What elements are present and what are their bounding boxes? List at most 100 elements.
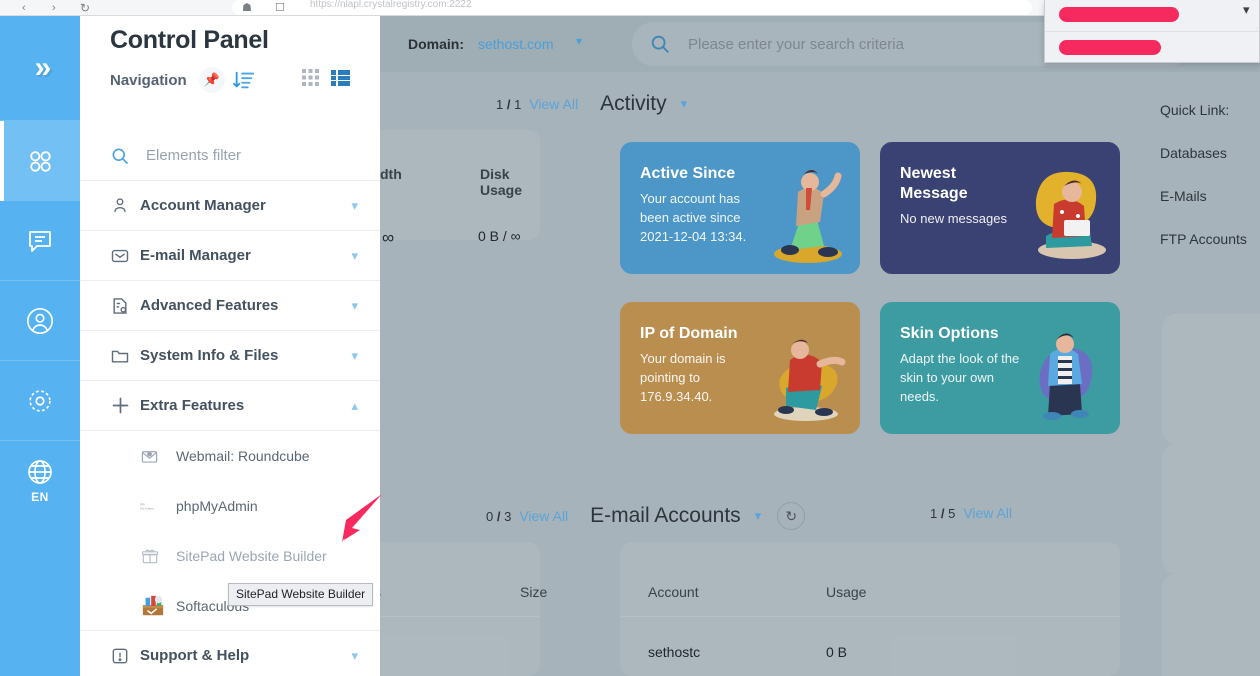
user-circle-icon <box>25 306 55 336</box>
nav-item-system-info-files[interactable]: System Info & Files ▾ <box>80 331 380 381</box>
card-ip-of-domain[interactable]: IP of Domain Your domain is pointing to … <box>620 302 860 434</box>
card-newest-message-title: Newest Message <box>900 164 990 204</box>
nav-item-support-help[interactable]: Support & Help ▾ <box>80 631 380 676</box>
table-header-usage: Usage <box>826 584 866 600</box>
reload-icon[interactable]: ↻ <box>80 2 90 14</box>
document-gear-icon <box>110 296 140 316</box>
files-pager-total: 3 <box>504 509 511 524</box>
elements-filter-input[interactable]: Elements filter <box>146 147 241 164</box>
search-input[interactable]: Please enter your search criteria <box>688 36 904 53</box>
files-view-all-link[interactable]: View All <box>519 508 568 524</box>
list-view-icon[interactable] <box>331 70 350 91</box>
rail-item-dashboard[interactable] <box>0 120 80 200</box>
nav-item-email-manager-label: E-mail Manager <box>140 247 251 264</box>
svg-text:php: php <box>140 502 145 506</box>
sub-item-webmail-roundcube[interactable]: Webmail: Roundcube <box>80 431 380 481</box>
quick-links: Quick Link: Databases E-Mails FTP Accoun… <box>1160 102 1260 274</box>
sub-item-webmail-roundcube-label: Webmail: Roundcube <box>176 448 310 464</box>
chevron-down-icon[interactable]: ▾ <box>755 508 762 524</box>
nav-item-account-manager[interactable]: Account Manager ▾ <box>80 181 380 231</box>
activity-title: Activity <box>600 92 667 116</box>
navigation-header: Control Panel Navigation 📌 <box>80 16 380 93</box>
chevron-up-icon[interactable]: ▴ <box>351 398 358 414</box>
annotation-arrow-icon <box>330 490 386 551</box>
gear-icon <box>25 386 55 416</box>
activity-view-all-link[interactable]: View All <box>529 96 578 112</box>
tooltip: SitePad Website Builder <box>228 583 373 606</box>
chevron-down-icon[interactable]: ▾ <box>351 648 358 664</box>
activity-pager-total: 1 <box>514 97 521 112</box>
back-arrow-icon[interactable]: ‹ <box>22 2 26 14</box>
rail-item-messages[interactable] <box>0 200 80 280</box>
rail-item-settings[interactable] <box>0 360 80 440</box>
nav-item-advanced-features[interactable]: Advanced Features ▾ <box>80 281 380 331</box>
cell-usage: 0 B <box>826 644 847 660</box>
quick-link-emails[interactable]: E-Mails <box>1160 188 1260 204</box>
chevron-down-icon[interactable]: ▾ <box>351 298 358 314</box>
table-cell-bandwidth: ∞ <box>382 228 394 248</box>
nav-item-advanced-features-label: Advanced Features <box>140 297 278 314</box>
domain-selector-value[interactable]: sethost.com <box>478 36 553 52</box>
nav-item-email-manager[interactable]: E-mail Manager ▾ <box>80 231 380 281</box>
chevron-down-icon[interactable]: ▾ <box>681 96 688 112</box>
card-newest-message[interactable]: Newest Message No new messages <box>880 142 1120 274</box>
phpmyadmin-icon: php MyAdmin <box>140 499 176 513</box>
url-text: https://nlapl.crystalregistry.com:2222 <box>310 0 710 10</box>
redaction-highlight <box>1059 40 1161 55</box>
logo-chevrons-icon[interactable]: » <box>0 16 80 120</box>
table-header-bandwidth: dth <box>380 166 402 182</box>
shield-icon: ☗ <box>242 2 252 14</box>
quick-links-title: Quick Link: <box>1160 102 1260 118</box>
email-accounts-table: Account Usage sethostc 0 B <box>620 542 1120 676</box>
chevron-down-icon[interactable]: ▾ <box>351 348 358 364</box>
softaculous-toolbox-icon <box>140 594 176 618</box>
quick-link-databases[interactable]: Databases <box>1160 145 1260 161</box>
table-header-size: Size <box>520 584 547 600</box>
email-view-all-link[interactable]: View All <box>963 505 1012 521</box>
pin-icon[interactable]: 📌 <box>199 67 225 93</box>
nav-item-support-help-label: Support & Help <box>140 647 249 664</box>
exclamation-circle-icon <box>110 646 140 666</box>
elements-filter-row[interactable]: Elements filter <box>80 131 380 181</box>
navigation-panel: Control Panel Navigation 📌 <box>80 16 380 676</box>
nav-item-account-manager-label: Account Manager <box>140 197 266 214</box>
activity-section-header: 1 / 1 View All Activity ▾ <box>496 92 687 116</box>
search-icon <box>110 146 130 166</box>
refresh-icon[interactable]: ↻ <box>777 502 805 530</box>
browser-menu-item-1[interactable]: Show Sidebar <box>1045 0 1259 31</box>
grid-view-icon[interactable] <box>302 69 319 91</box>
grid-dots-icon <box>25 146 55 176</box>
folder-icon <box>110 346 140 366</box>
illustration-person-standing <box>1006 318 1116 428</box>
rail-item-language[interactable]: EN <box>0 440 80 520</box>
left-icon-rail: » <box>0 16 80 676</box>
page-title: Control Panel <box>110 26 350 55</box>
sub-item-phpmyadmin-label: phpMyAdmin <box>176 498 258 514</box>
chevron-down-icon[interactable]: ▾ <box>351 248 358 264</box>
menu-caret-icon[interactable]: ▾ <box>1243 2 1250 18</box>
user-icon <box>110 196 140 216</box>
email-pager-total: 5 <box>948 506 955 521</box>
activity-pager: 1 / 1 <box>496 97 521 112</box>
chevron-down-icon[interactable]: ▾ <box>351 198 358 214</box>
forward-arrow-icon[interactable]: › <box>52 2 56 14</box>
globe-icon <box>26 458 54 486</box>
card-active-since[interactable]: Active Since Your account has been activ… <box>620 142 860 274</box>
email-accounts-pager: 1 / 5 View All <box>930 505 1012 521</box>
table-header-disk-usage: Disk Usage <box>480 166 540 198</box>
browser-menu-item-2[interactable]: Quit Sidebar <box>1045 31 1259 62</box>
chevron-down-icon[interactable]: ▾ <box>576 34 582 48</box>
domain-label: Domain: <box>408 36 464 52</box>
nav-item-extra-features[interactable]: Extra Features ▴ <box>80 381 380 431</box>
sort-descending-icon[interactable] <box>233 69 255 91</box>
rail-item-account[interactable] <box>0 280 80 360</box>
quick-link-ftp-accounts[interactable]: FTP Accounts <box>1160 231 1260 247</box>
sitepad-gift-icon <box>140 546 176 566</box>
nav-item-system-info-files-label: System Info & Files <box>140 347 278 364</box>
chat-bubble-icon <box>26 227 54 255</box>
cell-account: sethostc <box>648 644 700 660</box>
browser-dropdown-menu[interactable]: Show Sidebar Quit Sidebar <box>1044 0 1260 63</box>
search-icon <box>632 33 688 55</box>
screenshot-root: ‹ › ↻ ☗ ☐ https://nlapl.crystalregistry.… <box>0 0 1260 676</box>
card-skin-options[interactable]: Skin Options Adapt the look of the skin … <box>880 302 1120 434</box>
